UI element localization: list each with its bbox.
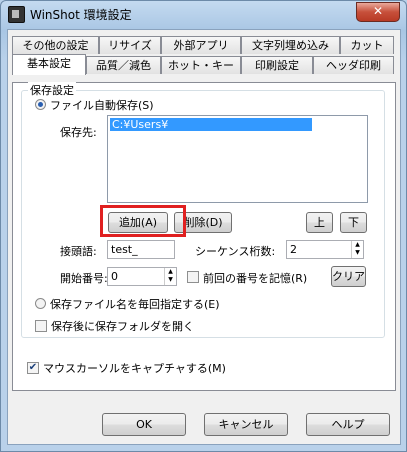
open-folder-checkbox[interactable] bbox=[35, 320, 47, 332]
seq-digits-label: シーケンス桁数: bbox=[195, 245, 276, 258]
tab-resize[interactable]: リサイズ bbox=[99, 36, 161, 54]
tab-header-print[interactable]: ヘッダ印刷 bbox=[313, 56, 394, 74]
highlight-box bbox=[100, 205, 186, 237]
ok-button[interactable]: OK bbox=[102, 413, 186, 436]
remember-number-checkbox[interactable] bbox=[187, 271, 199, 283]
auto-save-radio[interactable] bbox=[35, 99, 46, 110]
group-title: 保存設定 bbox=[28, 82, 76, 98]
save-to-label: 保存先: bbox=[60, 126, 97, 139]
tab-quality-color[interactable]: 品質／減色 bbox=[86, 56, 161, 74]
save-path-list[interactable]: C:¥Users¥ bbox=[107, 115, 368, 203]
specify-each-radio[interactable] bbox=[35, 298, 46, 309]
help-button[interactable]: ヘルプ bbox=[306, 413, 390, 436]
tab-external-app[interactable]: 外部アプリ bbox=[161, 36, 241, 54]
capture-cursor-checkbox[interactable]: ✔ bbox=[27, 362, 39, 374]
tab-basic-settings[interactable]: 基本設定 bbox=[12, 54, 86, 75]
tab-text-embed[interactable]: 文字列埋め込み bbox=[241, 36, 340, 54]
open-folder-label: 保存後に保存フォルダを開く bbox=[51, 320, 194, 333]
start-num-value: 0 bbox=[111, 270, 118, 283]
specify-each-label: 保存ファイル名を毎回指定する(E) bbox=[50, 298, 220, 311]
seq-digits-spin-arrows[interactable]: ▲ ▼ bbox=[351, 241, 363, 258]
seq-digits-spinner[interactable]: 2 ▲ ▼ bbox=[286, 240, 364, 259]
move-up-button[interactable]: 上 bbox=[306, 212, 333, 233]
prefix-label: 接頭語: bbox=[60, 245, 97, 258]
start-num-spin-arrows[interactable]: ▲ ▼ bbox=[164, 268, 176, 285]
tab-print-settings[interactable]: 印刷設定 bbox=[241, 56, 313, 74]
move-down-button[interactable]: 下 bbox=[340, 212, 367, 233]
window-title: WinShot 環境設定 bbox=[30, 8, 132, 22]
remember-number-label: 前回の番号を記憶(R) bbox=[203, 272, 308, 285]
cancel-button[interactable]: キャンセル bbox=[204, 413, 288, 436]
title-bar[interactable]: WinShot 環境設定 ✕ bbox=[1, 1, 406, 27]
tab-other-settings[interactable]: その他の設定 bbox=[12, 36, 99, 54]
close-button[interactable]: ✕ bbox=[356, 2, 400, 22]
save-path-item[interactable]: C:¥Users¥ bbox=[110, 118, 312, 131]
start-num-spinner[interactable]: 0 ▲ ▼ bbox=[107, 267, 177, 286]
tab-hotkey[interactable]: ホット・キー bbox=[161, 56, 241, 74]
capture-cursor-label: マウスカーソルをキャプチャする(M) bbox=[43, 362, 226, 375]
app-icon bbox=[8, 6, 25, 23]
clear-button[interactable]: クリア bbox=[331, 266, 366, 287]
start-num-label: 開始番号: bbox=[60, 272, 108, 285]
prefix-input[interactable]: test_ bbox=[107, 240, 175, 259]
seq-digits-value: 2 bbox=[290, 243, 297, 256]
auto-save-label: ファイル自動保存(S) bbox=[50, 99, 154, 112]
tab-cut[interactable]: カット bbox=[340, 36, 394, 54]
